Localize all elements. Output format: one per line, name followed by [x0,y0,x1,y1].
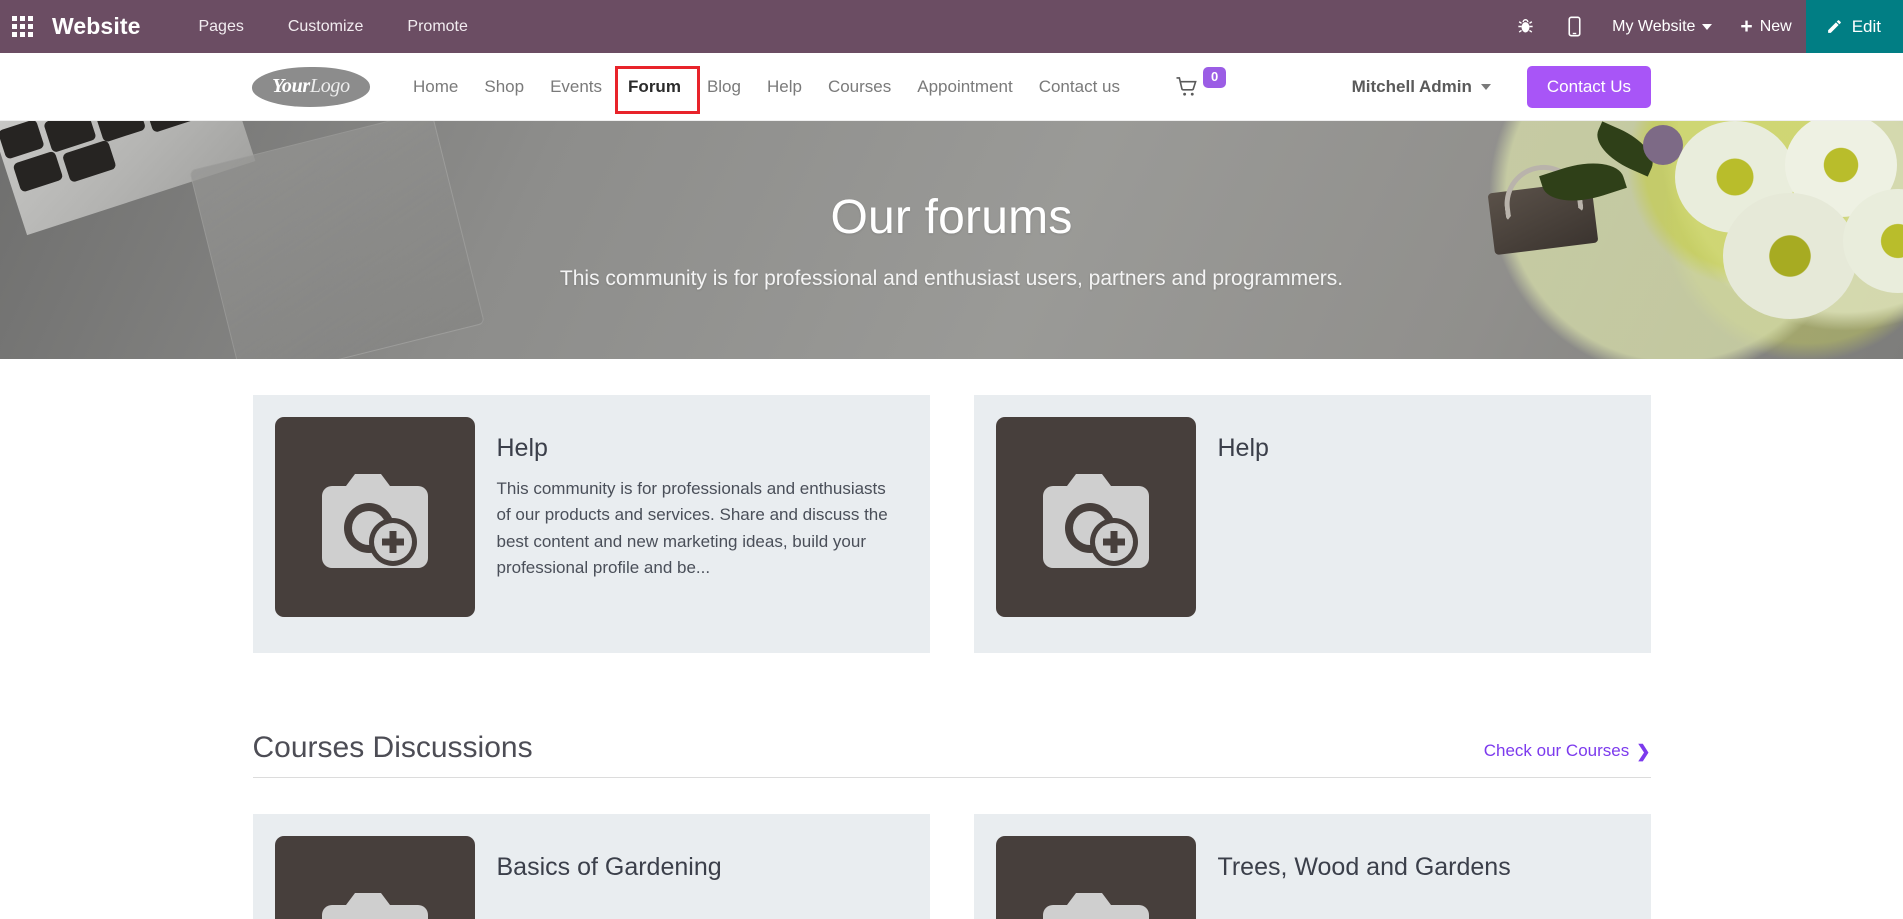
image-placeholder-icon [996,417,1196,617]
course-card-grid: Basics of Gardening Trees, Wood and Gard… [253,778,1651,919]
nav-link-contact-us[interactable]: Contact us [1026,53,1133,121]
topbar-right-group: My Website + New Edit [1500,0,1903,53]
forum-card-description: This community is for professionals and … [497,476,897,581]
logo-text: YourLogo [252,67,370,107]
pencil-icon [1826,18,1843,35]
shopping-cart-icon [1175,76,1199,97]
hero-title: Our forums [830,190,1072,245]
course-card[interactable]: Basics of Gardening [253,814,930,919]
nav-link-appointment[interactable]: Appointment [904,53,1025,121]
image-placeholder-icon [275,417,475,617]
nav-link-forum[interactable]: Forum [615,53,694,121]
logo-text-bold: Your [272,75,310,98]
odoo-backend-topbar: Website Pages Customize Promote My Websi… [0,0,1903,53]
new-button[interactable]: + New [1726,0,1805,53]
check-our-courses-link[interactable]: Check our Courses ❯ [1484,741,1651,765]
bug-icon[interactable] [1500,0,1551,53]
chevron-down-icon [1702,24,1712,30]
user-name-label: Mitchell Admin [1352,77,1472,97]
backend-menu-customize[interactable]: Customize [266,0,386,53]
website-selector[interactable]: My Website [1598,0,1726,53]
course-card-title[interactable]: Trees, Wood and Gardens [1218,836,1511,919]
website-selector-label: My Website [1612,0,1695,53]
nav-link-help[interactable]: Help [754,53,815,121]
hero-subtitle: This community is for professional and e… [560,267,1343,291]
nav-link-home[interactable]: Home [400,53,471,121]
site-logo[interactable]: YourLogo [252,67,370,107]
course-card-title[interactable]: Basics of Gardening [497,836,722,919]
image-placeholder-icon [996,836,1196,919]
forum-card-title[interactable]: Help [497,433,897,463]
forum-card-title[interactable]: Help [1218,433,1269,463]
courses-section-title: Courses Discussions [253,731,533,765]
page-body: Help This community is for professionals… [0,359,1903,919]
hero-content: Our forums This community is for profess… [0,121,1903,359]
cart-button[interactable]: 0 [1175,76,1226,97]
chevron-right-icon: ❯ [1636,743,1650,760]
hero-banner: Our forums This community is for profess… [0,121,1903,359]
edit-button[interactable]: Edit [1806,0,1903,53]
content-container: Help This community is for professionals… [253,359,1651,919]
forum-card-grid: Help This community is for professionals… [253,359,1651,653]
forum-card-info: Help [1218,417,1269,631]
backend-menu-pages[interactable]: Pages [176,0,265,53]
nav-link-courses[interactable]: Courses [815,53,904,121]
logo-text-light: Logo [310,75,350,98]
course-card[interactable]: Trees, Wood and Gardens [974,814,1651,919]
backend-menu-promote[interactable]: Promote [385,0,489,53]
chevron-down-icon [1481,84,1491,90]
check-our-courses-label: Check our Courses [1484,741,1630,761]
forum-card[interactable]: Help [974,395,1651,653]
edit-button-label: Edit [1852,17,1881,37]
user-menu[interactable]: Mitchell Admin [1352,77,1491,97]
nav-link-events[interactable]: Events [537,53,615,121]
forum-card[interactable]: Help This community is for professionals… [253,395,930,653]
cart-count-badge: 0 [1203,67,1226,87]
forum-card-info: Help This community is for professionals… [497,417,897,631]
plus-icon: + [1740,16,1752,37]
backend-menu: Pages Customize Promote [176,0,489,53]
contact-us-button[interactable]: Contact Us [1527,66,1651,108]
apps-grid-icon[interactable] [0,0,44,53]
app-name-label[interactable]: Website [52,13,140,40]
nav-link-blog[interactable]: Blog [694,53,754,121]
image-placeholder-icon [275,836,475,919]
courses-section-header: Courses Discussions Check our Courses ❯ [253,731,1651,778]
new-button-label: New [1760,0,1792,53]
nav-link-shop[interactable]: Shop [471,53,537,121]
site-nav-links: Home Shop Events Forum Blog Help Courses… [400,53,1133,121]
website-navbar: YourLogo Home Shop Events Forum Blog Hel… [0,53,1903,121]
mobile-preview-icon[interactable] [1551,0,1598,53]
